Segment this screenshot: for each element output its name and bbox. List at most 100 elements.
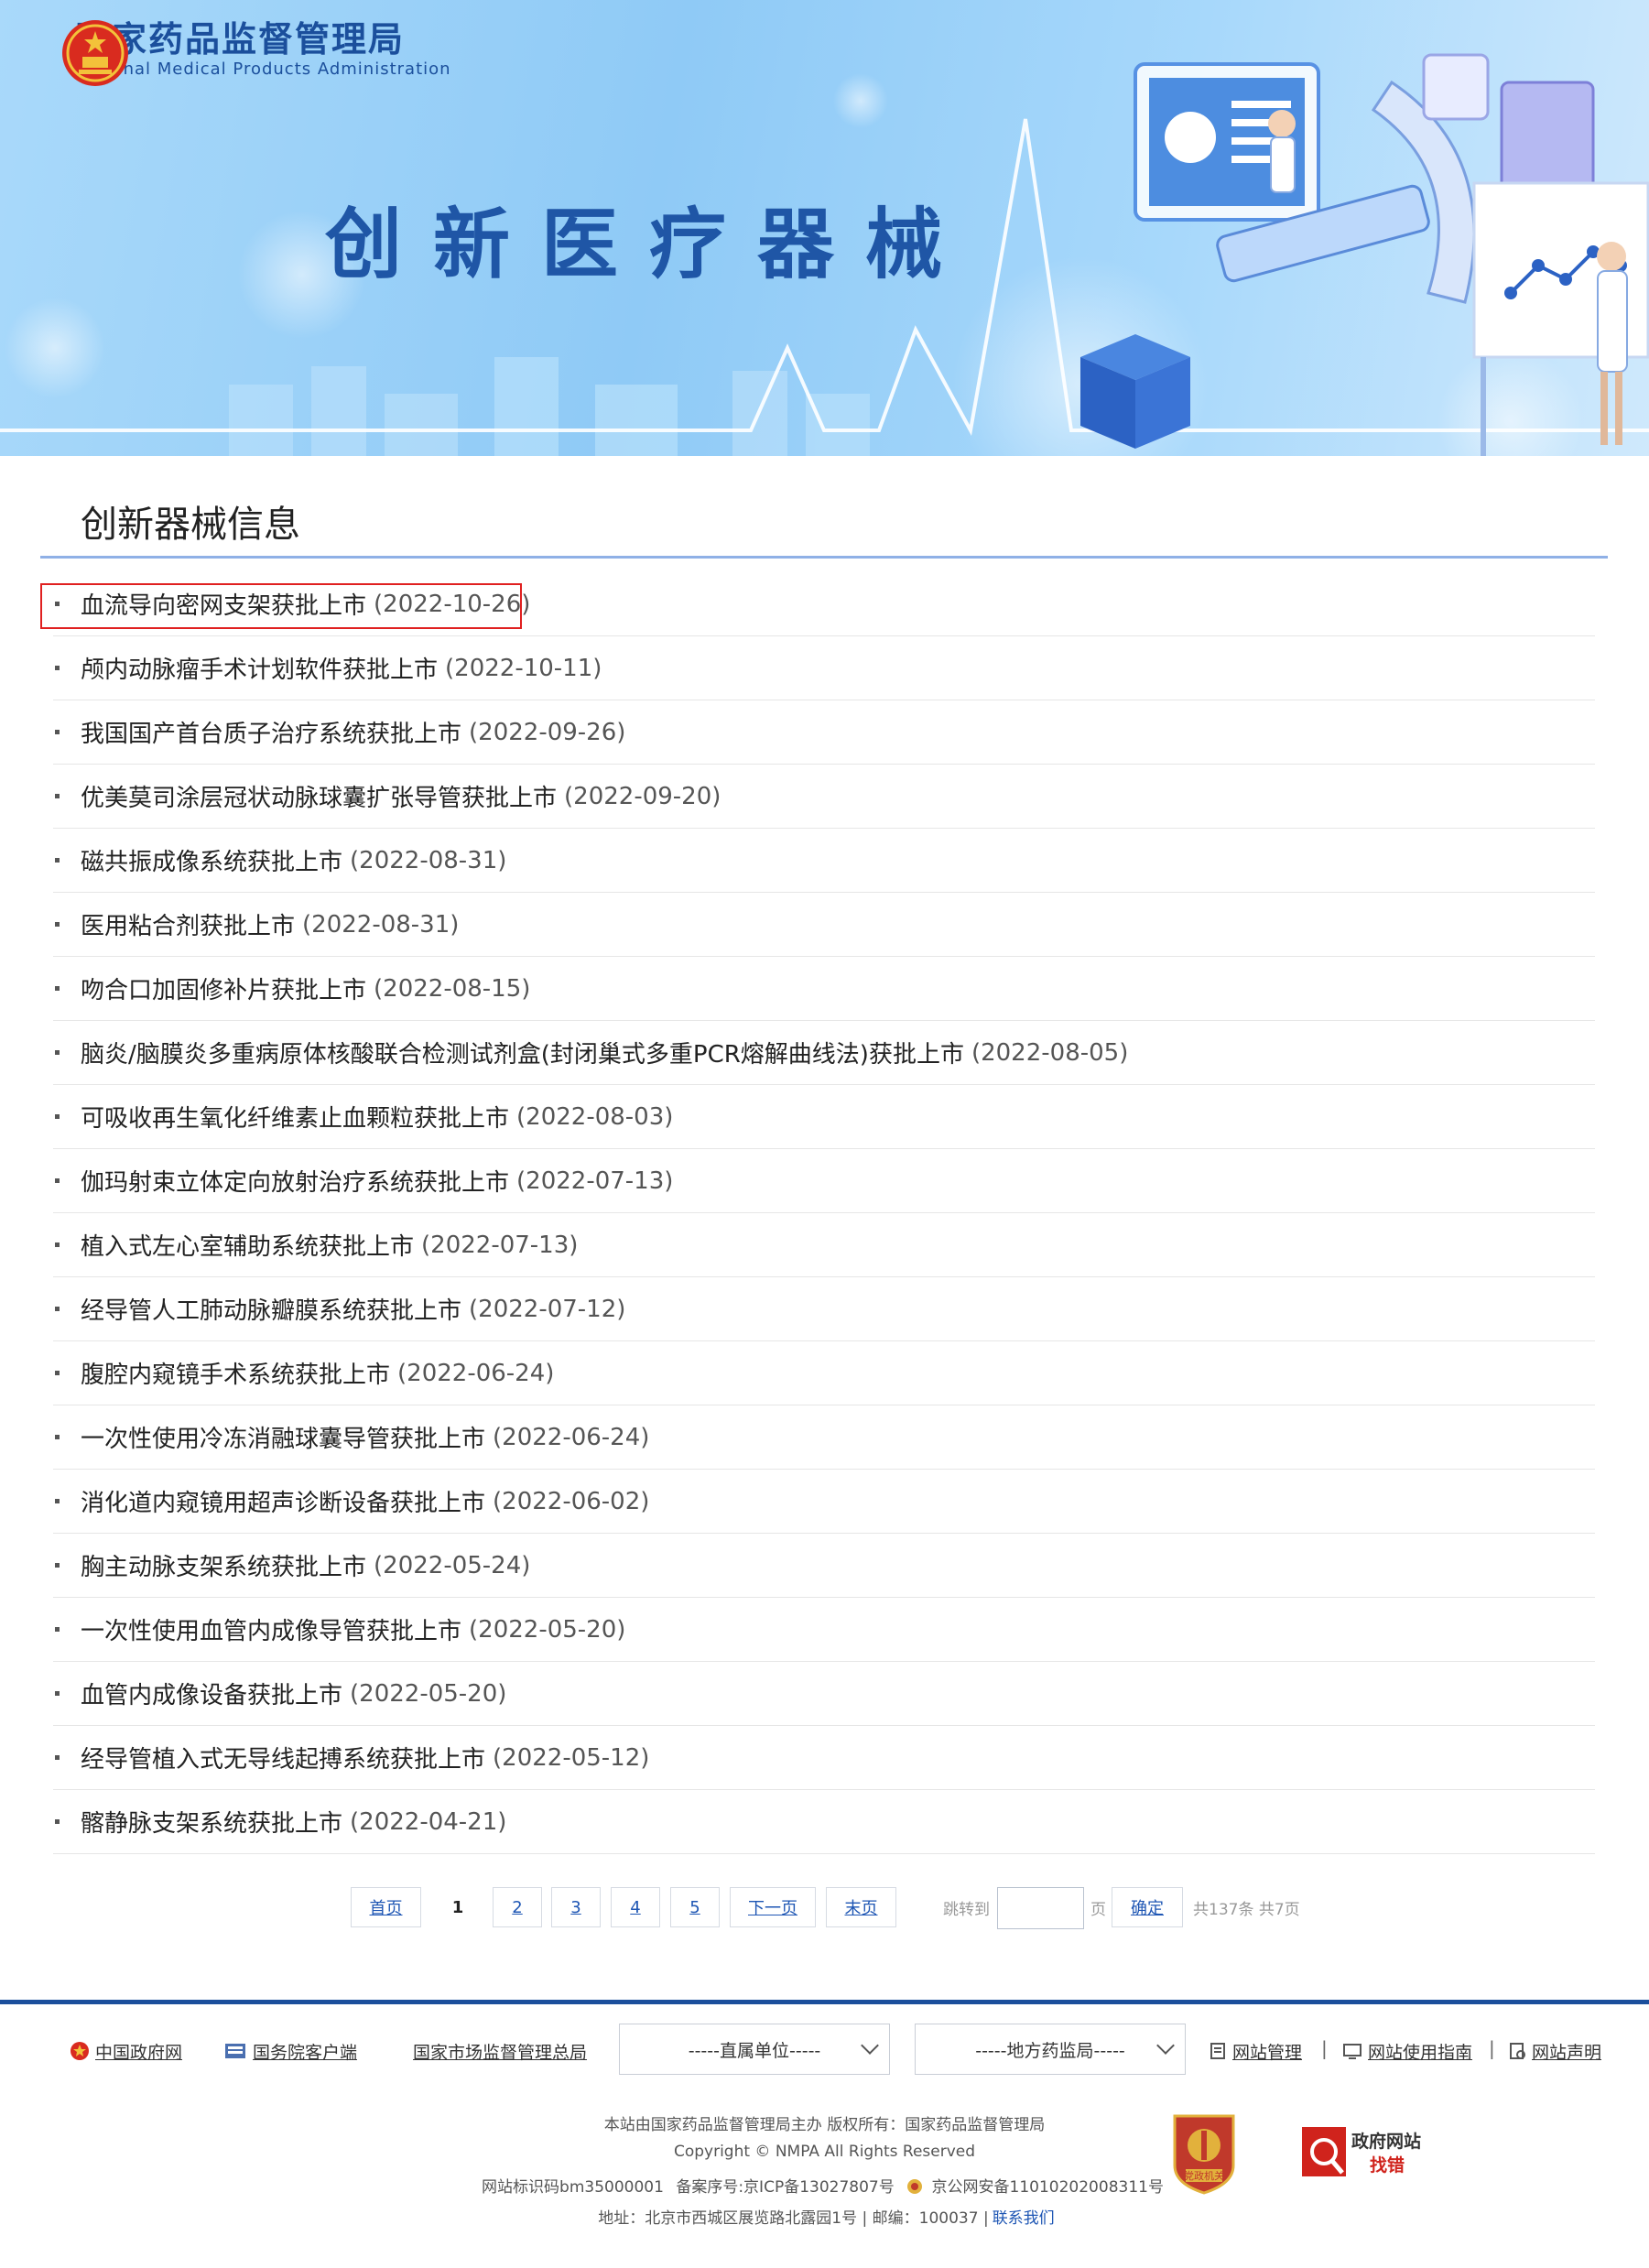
news-link[interactable]: 消化道内窥镜用超声诊断设备获批上市 bbox=[81, 1484, 485, 1518]
list-item: 一次性使用血管内成像导管获批上市 (2022-05-20) bbox=[53, 1598, 1595, 1662]
list-item: 血管内成像设备获批上市 (2022-05-20) bbox=[53, 1662, 1595, 1726]
footer-link-statement[interactable]: 网站声明 bbox=[1508, 2037, 1601, 2065]
bullet-icon bbox=[55, 1243, 60, 1247]
news-date: (2022-08-15) bbox=[374, 974, 531, 1003]
list-item: 医用粘合剂获批上市 (2022-08-31) bbox=[53, 893, 1595, 957]
state-council-icon bbox=[225, 2044, 245, 2058]
error-report-icon: 政府网站 找错 bbox=[1302, 2127, 1421, 2176]
news-link[interactable]: 血流导向密网支架获批上市 bbox=[81, 587, 366, 621]
footer-link-statement-label: 网站声明 bbox=[1532, 2042, 1602, 2063]
chevron-down-icon bbox=[861, 2036, 879, 2055]
news-link[interactable]: 经导管人工肺动脉瓣膜系统获批上市 bbox=[81, 1292, 461, 1326]
government-website-error-badge[interactable]: 政府网站 找错 bbox=[1300, 2120, 1437, 2184]
page-jump-input[interactable] bbox=[997, 1887, 1084, 1929]
site-code: 网站标识码bm35000001 bbox=[482, 2178, 664, 2197]
police-badge-icon bbox=[907, 2179, 923, 2194]
bullet-icon bbox=[55, 730, 60, 734]
next-page-button[interactable]: 下一页 bbox=[730, 1887, 816, 1927]
contact-us-link[interactable]: 联系我们 bbox=[993, 2209, 1055, 2228]
news-link[interactable]: 腹腔内窥镜手术系统获批上市 bbox=[81, 1356, 390, 1390]
bullet-icon bbox=[55, 1050, 60, 1055]
news-link[interactable]: 吻合口加固修补片获批上市 bbox=[81, 971, 366, 1005]
error-badge-action: 找错 bbox=[1370, 2154, 1405, 2176]
page-5-button[interactable]: 5 bbox=[670, 1887, 720, 1927]
news-date: (2022-08-31) bbox=[302, 910, 460, 939]
footer-link-samr[interactable]: 国家市场监督管理总局 bbox=[413, 2037, 587, 2065]
news-link[interactable]: 髂静脉支架系统获批上市 bbox=[81, 1805, 342, 1839]
footer-link-gov-label: 中国政府网 bbox=[95, 2042, 183, 2063]
last-page-button[interactable]: 末页 bbox=[826, 1887, 896, 1927]
first-page-button[interactable]: 首页 bbox=[351, 1887, 421, 1927]
bullet-icon bbox=[55, 1755, 60, 1760]
page-2-button[interactable]: 2 bbox=[493, 1887, 542, 1927]
footer-link-state-council[interactable]: 国务院客户端 bbox=[223, 2037, 357, 2065]
news-date: (2022-06-24) bbox=[493, 1423, 650, 1451]
bullet-icon bbox=[55, 1435, 60, 1439]
footer-divider bbox=[0, 2000, 1649, 2004]
jump-label: 跳转到 bbox=[943, 1900, 990, 1919]
section-title: 创新器械信息 bbox=[81, 504, 300, 546]
news-link[interactable]: 可吸收再生氧化纤维素止血颗粒获批上市 bbox=[81, 1100, 509, 1134]
org-name-cn: 国家药品监督管理局 bbox=[75, 19, 406, 60]
news-link[interactable]: 胸主动脉支架系统获批上市 bbox=[81, 1548, 366, 1582]
bullet-icon bbox=[55, 794, 60, 798]
list-item: 腹腔内窥镜手术系统获批上市 (2022-06-24) bbox=[53, 1341, 1595, 1405]
confirm-jump-button[interactable]: 确定 bbox=[1112, 1887, 1183, 1927]
news-link[interactable]: 医用粘合剂获批上市 bbox=[81, 907, 295, 941]
news-link[interactable]: 一次性使用冷冻消融球囊导管获批上市 bbox=[81, 1420, 485, 1454]
direct-units-select-value: -----直属单位----- bbox=[688, 2040, 821, 2061]
bullet-icon bbox=[55, 1627, 60, 1632]
bullet-icon bbox=[55, 1178, 60, 1183]
emblem-icon bbox=[71, 2042, 89, 2060]
news-link[interactable]: 经导管植入式无导线起搏系统获批上市 bbox=[81, 1741, 485, 1774]
page-3-button[interactable]: 3 bbox=[551, 1887, 601, 1927]
party-government-badge[interactable]: 党政机关 bbox=[1167, 2111, 1241, 2195]
news-date: (2022-05-24) bbox=[374, 1551, 531, 1579]
list-item: 髂静脉支架系统获批上市 (2022-04-21) bbox=[53, 1790, 1595, 1854]
news-link[interactable]: 血管内成像设备获批上市 bbox=[81, 1677, 342, 1710]
news-date: (2022-05-20) bbox=[350, 1679, 507, 1708]
bullet-icon bbox=[55, 666, 60, 670]
news-date: (2022-07-13) bbox=[421, 1231, 579, 1259]
local-bureaus-select[interactable]: -----地方药监局----- bbox=[915, 2024, 1186, 2075]
address-text: 地址：北京市西城区展览路北露园1号 | 邮编：100037 | bbox=[598, 2209, 989, 2228]
news-link[interactable]: 磁共振成像系统获批上市 bbox=[81, 843, 342, 877]
footer-link-gov[interactable]: 中国政府网 bbox=[70, 2037, 182, 2065]
police-record[interactable]: 京公网安备11010202008311号 bbox=[906, 2178, 1167, 2197]
list-item: 经导管人工肺动脉瓣膜系统获批上市 (2022-07-12) bbox=[53, 1277, 1595, 1341]
bullet-icon bbox=[55, 1114, 60, 1119]
list-item: 一次性使用冷冻消融球囊导管获批上市 (2022-06-24) bbox=[53, 1405, 1595, 1470]
chevron-down-icon bbox=[1156, 2036, 1175, 2055]
direct-units-select[interactable]: -----直属单位----- bbox=[619, 2024, 890, 2075]
banner-title: 创新医疗器械 bbox=[325, 200, 974, 289]
news-date: (2022-10-26) bbox=[374, 590, 531, 618]
bullet-icon bbox=[55, 1371, 60, 1375]
list-item: 优美莫司涂层冠状动脉球囊扩张导管获批上市 (2022-09-20) bbox=[53, 765, 1595, 829]
news-date: (2022-08-31) bbox=[350, 846, 507, 874]
list-item: 可吸收再生氧化纤维素止血颗粒获批上市 (2022-08-03) bbox=[53, 1085, 1595, 1149]
footer-separator: | bbox=[1321, 2037, 1328, 2059]
news-link[interactable]: 颅内动脉瘤手术计划软件获批上市 bbox=[81, 651, 438, 685]
footer-address: 地址：北京市西城区展览路北露园1号 | 邮编：100037 | 联系我们 bbox=[0, 2205, 1649, 2228]
bullet-icon bbox=[55, 1819, 60, 1824]
page-4-button[interactable]: 4 bbox=[611, 1887, 660, 1927]
list-item: 脑炎/脑膜炎多重病原体核酸联合检测试剂盒(封闭巢式多重PCR熔解曲线法)获批上市… bbox=[53, 1021, 1595, 1085]
news-date: (2022-08-03) bbox=[516, 1102, 674, 1131]
list-item: 磁共振成像系统获批上市 (2022-08-31) bbox=[53, 829, 1595, 893]
site-logo[interactable]: 国家药品监督管理局 National Medical Products Admi… bbox=[60, 18, 451, 86]
news-date: (2022-09-20) bbox=[564, 782, 721, 810]
footer-link-guide[interactable]: 网站使用指南 bbox=[1342, 2037, 1472, 2065]
news-link[interactable]: 植入式左心室辅助系统获批上市 bbox=[81, 1228, 414, 1262]
pagination: 首页 1 2 3 4 5 下一页 末页 跳转到 页 确定 共137条 共7页 bbox=[0, 1887, 1649, 1931]
news-link[interactable]: 一次性使用血管内成像导管获批上市 bbox=[81, 1612, 461, 1646]
news-link[interactable]: 伽玛射束立体定向放射治疗系统获批上市 bbox=[81, 1164, 509, 1198]
badge-text: 党政机关 bbox=[1184, 2169, 1224, 2182]
news-link[interactable]: 优美莫司涂层冠状动脉球囊扩张导管获批上市 bbox=[81, 779, 557, 813]
news-date: (2022-06-02) bbox=[493, 1487, 650, 1515]
error-badge-title: 政府网站 bbox=[1351, 2131, 1421, 2152]
footer-link-site-admin[interactable]: 网站管理 bbox=[1209, 2037, 1302, 2065]
news-link[interactable]: 我国国产首台质子治疗系统获批上市 bbox=[81, 715, 461, 749]
page-unit-label: 页 bbox=[1090, 1900, 1106, 1919]
national-emblem-icon bbox=[62, 20, 128, 86]
news-link[interactable]: 脑炎/脑膜炎多重病原体核酸联合检测试剂盒(封闭巢式多重PCR熔解曲线法)获批上市 bbox=[81, 1036, 964, 1069]
